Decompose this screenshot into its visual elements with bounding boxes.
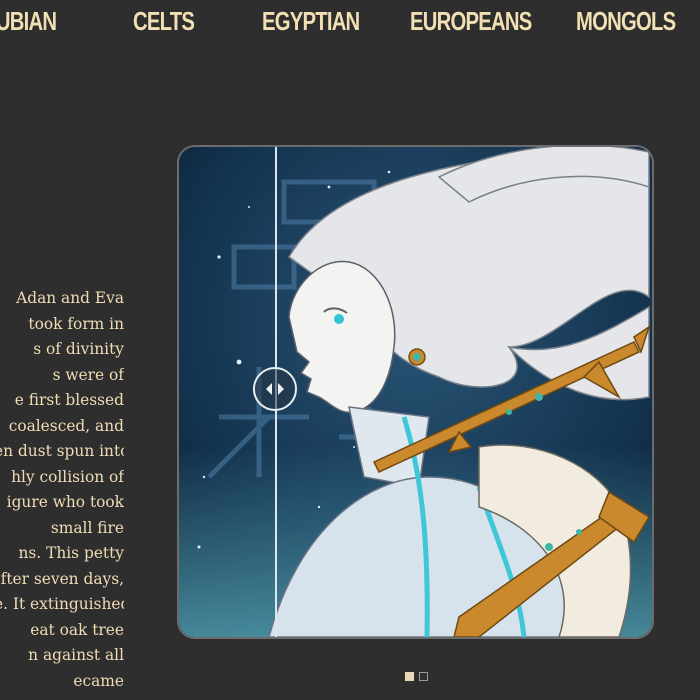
story-line: s were of (52, 365, 124, 384)
story-line: igure who took (6, 493, 124, 511)
nav-item-celts[interactable]: CELTS (133, 6, 195, 37)
story-line: hly collision of (11, 467, 124, 486)
story-line: small fire (50, 518, 124, 537)
story-line: Adan and Eva (16, 289, 124, 307)
story-line: ecame (73, 671, 124, 690)
story-line: took form in (28, 314, 124, 333)
carousel-dot-active[interactable] (405, 672, 414, 681)
story-line: ns. This petty (18, 544, 124, 562)
story-line: n against all (28, 646, 124, 664)
nav-item-mongols[interactable]: MONGOLS (576, 6, 676, 37)
left-right-arrows-icon (266, 383, 284, 395)
image-comparison-slider[interactable] (177, 145, 654, 639)
story-line: e first blessed (14, 391, 124, 409)
story-line: eat oak tree (30, 620, 124, 639)
slider-handle[interactable] (253, 367, 297, 411)
top-nav: NUBIAN CELTS EGYPTIAN EUROPEANS MONGOLS (0, 0, 700, 50)
story-line: e. It extinguished (0, 595, 124, 613)
story-line: en dust spun into (0, 442, 124, 460)
story-line: fter seven days, (0, 569, 124, 588)
nav-item-europeans[interactable]: EUROPEANS (410, 6, 532, 37)
nav-item-egyptian[interactable]: EGYPTIAN (262, 6, 360, 37)
story-text: Adan and Eva took form in s of divinity … (0, 286, 124, 694)
story-line: coalesced, and (8, 416, 124, 435)
nav-item-nubian[interactable]: NUBIAN (0, 6, 57, 37)
story-line: s of divinity (33, 340, 124, 358)
carousel-dot[interactable] (419, 672, 428, 681)
character-illustration (179, 147, 652, 637)
